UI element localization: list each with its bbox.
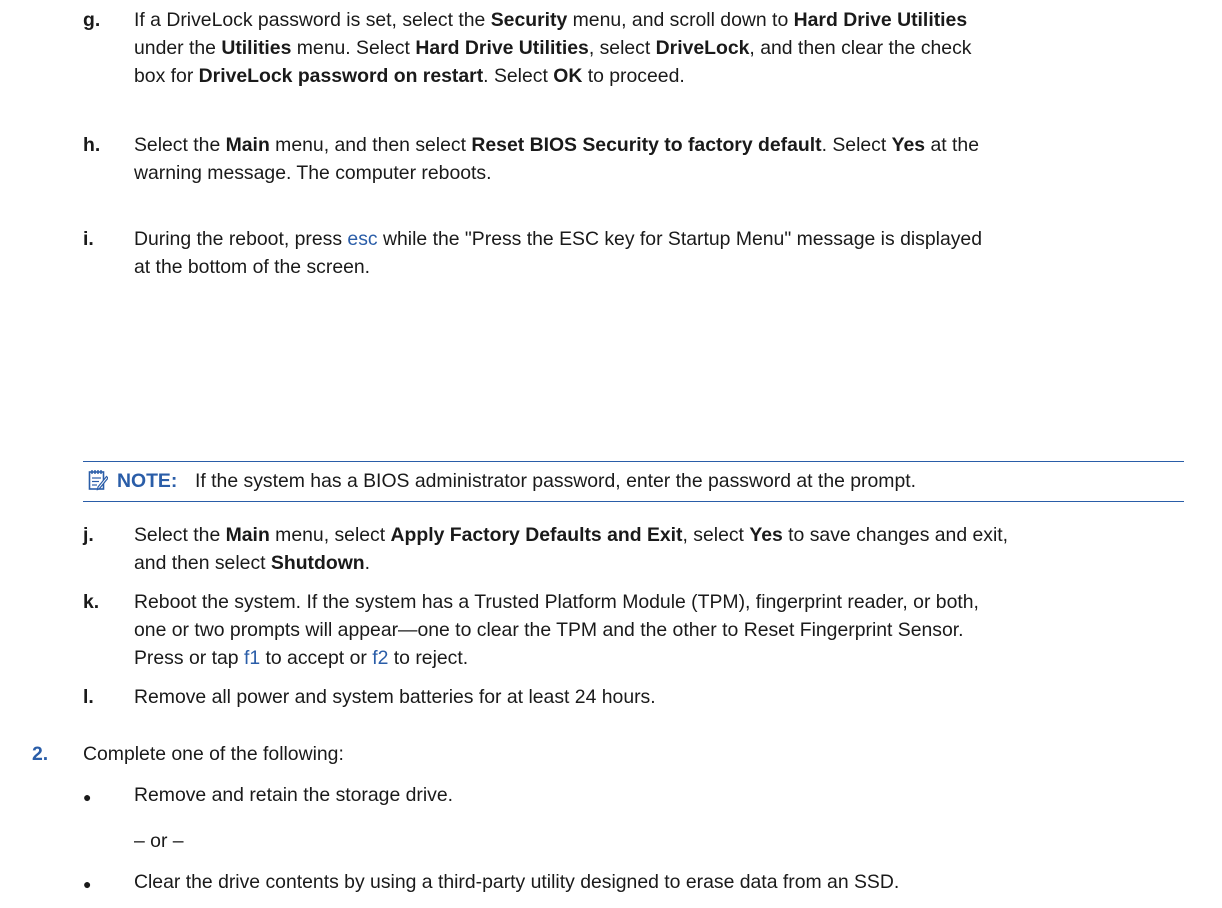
step-text: Complete one of the following: <box>83 743 344 765</box>
step-number: 2. <box>32 743 49 765</box>
step-text: Remove all power and system batteries fo… <box>134 686 656 708</box>
bold-term: Main <box>225 134 270 156</box>
bold-term: Hard Drive Utilities <box>415 37 589 59</box>
key-name: f2 <box>372 647 389 669</box>
bold-term: Apply Factory Defaults and Exit <box>390 524 683 546</box>
step-letter: g. <box>83 9 101 31</box>
step-letter: l. <box>83 686 94 708</box>
step-text: If a DriveLock password is set, select t… <box>134 9 972 87</box>
bold-term: Yes <box>891 134 926 156</box>
note-pad-icon <box>88 470 108 491</box>
document-page: g. If a DriveLock password is set, selec… <box>0 0 1222 908</box>
bold-term: Security <box>490 9 568 31</box>
bold-term: Utilities <box>221 37 292 59</box>
key-name: esc <box>347 228 378 250</box>
bullet-text: Clear the drive contents by using a thir… <box>134 871 900 893</box>
note-box: NOTE: If the system has a BIOS administr… <box>83 461 1184 502</box>
bold-term: Main <box>225 524 270 546</box>
step-letter: h. <box>83 134 101 156</box>
note-label: NOTE: <box>117 470 178 492</box>
or-separator: – or – <box>134 830 184 852</box>
note-text: If the system has a BIOS administrator p… <box>195 470 917 492</box>
bold-term: Yes <box>749 524 783 546</box>
bullet-text: Remove and retain the storage drive. <box>134 784 454 806</box>
bullet-icon: ● <box>83 876 92 892</box>
bullet-icon: ● <box>83 789 92 805</box>
bold-term: DriveLock <box>655 37 750 59</box>
step-letter: i. <box>83 228 94 250</box>
step-letter: k. <box>83 591 100 613</box>
bold-term: DriveLock password on restart <box>198 65 484 87</box>
step-letter: j. <box>83 524 94 546</box>
step-text: Select the Main menu, and then select Re… <box>134 134 979 184</box>
bold-term: Hard Drive Utilities <box>793 9 968 31</box>
bold-term: Shutdown <box>270 552 365 574</box>
step-text: During the reboot, press esc while the "… <box>134 228 982 278</box>
key-name: f1 <box>243 647 261 669</box>
bold-term: Reset BIOS Security to factory default <box>471 134 822 156</box>
bold-term: OK <box>553 65 583 87</box>
step-text: Select the Main menu, select Apply Facto… <box>134 524 1009 574</box>
step-text: Reboot the system. If the system has a T… <box>134 591 979 669</box>
